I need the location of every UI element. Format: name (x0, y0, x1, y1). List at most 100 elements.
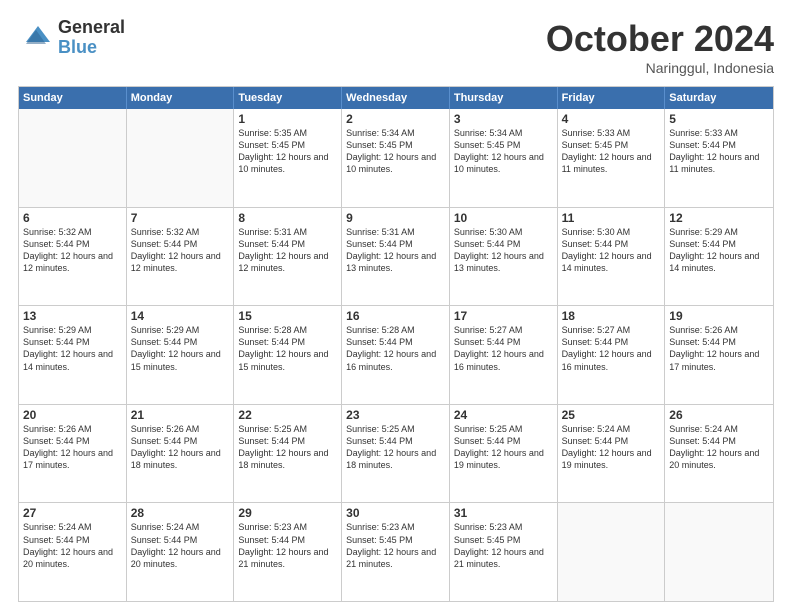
day-number: 10 (454, 211, 553, 225)
calendar-cell: 11Sunrise: 5:30 AMSunset: 5:44 PMDayligh… (558, 208, 666, 306)
calendar-row: 27Sunrise: 5:24 AMSunset: 5:44 PMDayligh… (19, 502, 773, 601)
day-number: 17 (454, 309, 553, 323)
calendar-row: 1Sunrise: 5:35 AMSunset: 5:45 PMDaylight… (19, 109, 773, 207)
day-number: 24 (454, 408, 553, 422)
day-number: 30 (346, 506, 445, 520)
cell-info: Sunrise: 5:23 AMSunset: 5:45 PMDaylight:… (346, 521, 445, 570)
calendar-cell: 14Sunrise: 5:29 AMSunset: 5:44 PMDayligh… (127, 306, 235, 404)
cell-info: Sunrise: 5:31 AMSunset: 5:44 PMDaylight:… (346, 226, 445, 275)
calendar-cell: 18Sunrise: 5:27 AMSunset: 5:44 PMDayligh… (558, 306, 666, 404)
weekday-header: Friday (558, 87, 666, 109)
day-number: 22 (238, 408, 337, 422)
cell-info: Sunrise: 5:35 AMSunset: 5:45 PMDaylight:… (238, 127, 337, 176)
day-number: 8 (238, 211, 337, 225)
calendar-cell: 9Sunrise: 5:31 AMSunset: 5:44 PMDaylight… (342, 208, 450, 306)
title-block: October 2024 Naringgul, Indonesia (546, 18, 774, 76)
weekday-header: Wednesday (342, 87, 450, 109)
calendar-row: 6Sunrise: 5:32 AMSunset: 5:44 PMDaylight… (19, 207, 773, 306)
calendar-cell: 5Sunrise: 5:33 AMSunset: 5:44 PMDaylight… (665, 109, 773, 207)
day-number: 26 (669, 408, 769, 422)
cell-info: Sunrise: 5:33 AMSunset: 5:44 PMDaylight:… (669, 127, 769, 176)
day-number: 11 (562, 211, 661, 225)
calendar-cell: 10Sunrise: 5:30 AMSunset: 5:44 PMDayligh… (450, 208, 558, 306)
day-number: 4 (562, 112, 661, 126)
calendar-cell: 16Sunrise: 5:28 AMSunset: 5:44 PMDayligh… (342, 306, 450, 404)
cell-info: Sunrise: 5:24 AMSunset: 5:44 PMDaylight:… (23, 521, 122, 570)
cell-info: Sunrise: 5:32 AMSunset: 5:44 PMDaylight:… (23, 226, 122, 275)
calendar-cell: 31Sunrise: 5:23 AMSunset: 5:45 PMDayligh… (450, 503, 558, 601)
day-number: 5 (669, 112, 769, 126)
calendar-cell: 25Sunrise: 5:24 AMSunset: 5:44 PMDayligh… (558, 405, 666, 503)
cell-info: Sunrise: 5:31 AMSunset: 5:44 PMDaylight:… (238, 226, 337, 275)
page: General Blue October 2024 Naringgul, Ind… (0, 0, 792, 612)
calendar-cell: 24Sunrise: 5:25 AMSunset: 5:44 PMDayligh… (450, 405, 558, 503)
cell-info: Sunrise: 5:29 AMSunset: 5:44 PMDaylight:… (669, 226, 769, 275)
day-number: 25 (562, 408, 661, 422)
cell-info: Sunrise: 5:24 AMSunset: 5:44 PMDaylight:… (131, 521, 230, 570)
day-number: 23 (346, 408, 445, 422)
day-number: 7 (131, 211, 230, 225)
calendar-cell: 19Sunrise: 5:26 AMSunset: 5:44 PMDayligh… (665, 306, 773, 404)
logo-blue: Blue (58, 38, 125, 58)
calendar-cell: 22Sunrise: 5:25 AMSunset: 5:44 PMDayligh… (234, 405, 342, 503)
calendar-cell: 15Sunrise: 5:28 AMSunset: 5:44 PMDayligh… (234, 306, 342, 404)
cell-info: Sunrise: 5:30 AMSunset: 5:44 PMDaylight:… (454, 226, 553, 275)
calendar-cell (558, 503, 666, 601)
day-number: 31 (454, 506, 553, 520)
cell-info: Sunrise: 5:26 AMSunset: 5:44 PMDaylight:… (131, 423, 230, 472)
calendar-header: SundayMondayTuesdayWednesdayThursdayFrid… (19, 87, 773, 109)
calendar-cell: 30Sunrise: 5:23 AMSunset: 5:45 PMDayligh… (342, 503, 450, 601)
weekday-header: Saturday (665, 87, 773, 109)
day-number: 21 (131, 408, 230, 422)
calendar-cell: 13Sunrise: 5:29 AMSunset: 5:44 PMDayligh… (19, 306, 127, 404)
cell-info: Sunrise: 5:26 AMSunset: 5:44 PMDaylight:… (23, 423, 122, 472)
weekday-header: Sunday (19, 87, 127, 109)
day-number: 6 (23, 211, 122, 225)
day-number: 16 (346, 309, 445, 323)
calendar-cell: 12Sunrise: 5:29 AMSunset: 5:44 PMDayligh… (665, 208, 773, 306)
calendar-cell: 8Sunrise: 5:31 AMSunset: 5:44 PMDaylight… (234, 208, 342, 306)
weekday-header: Monday (127, 87, 235, 109)
calendar-cell: 20Sunrise: 5:26 AMSunset: 5:44 PMDayligh… (19, 405, 127, 503)
cell-info: Sunrise: 5:24 AMSunset: 5:44 PMDaylight:… (562, 423, 661, 472)
calendar-cell: 17Sunrise: 5:27 AMSunset: 5:44 PMDayligh… (450, 306, 558, 404)
cell-info: Sunrise: 5:23 AMSunset: 5:45 PMDaylight:… (454, 521, 553, 570)
weekday-header: Thursday (450, 87, 558, 109)
calendar-cell: 29Sunrise: 5:23 AMSunset: 5:44 PMDayligh… (234, 503, 342, 601)
day-number: 9 (346, 211, 445, 225)
cell-info: Sunrise: 5:32 AMSunset: 5:44 PMDaylight:… (131, 226, 230, 275)
cell-info: Sunrise: 5:23 AMSunset: 5:44 PMDaylight:… (238, 521, 337, 570)
day-number: 2 (346, 112, 445, 126)
calendar-cell: 1Sunrise: 5:35 AMSunset: 5:45 PMDaylight… (234, 109, 342, 207)
cell-info: Sunrise: 5:28 AMSunset: 5:44 PMDaylight:… (238, 324, 337, 373)
day-number: 1 (238, 112, 337, 126)
calendar-cell: 6Sunrise: 5:32 AMSunset: 5:44 PMDaylight… (19, 208, 127, 306)
cell-info: Sunrise: 5:29 AMSunset: 5:44 PMDaylight:… (23, 324, 122, 373)
cell-info: Sunrise: 5:25 AMSunset: 5:44 PMDaylight:… (454, 423, 553, 472)
logo-icon (18, 20, 54, 56)
weekday-header: Tuesday (234, 87, 342, 109)
cell-info: Sunrise: 5:34 AMSunset: 5:45 PMDaylight:… (454, 127, 553, 176)
calendar-cell: 21Sunrise: 5:26 AMSunset: 5:44 PMDayligh… (127, 405, 235, 503)
header: General Blue October 2024 Naringgul, Ind… (18, 18, 774, 76)
cell-info: Sunrise: 5:29 AMSunset: 5:44 PMDaylight:… (131, 324, 230, 373)
day-number: 14 (131, 309, 230, 323)
day-number: 12 (669, 211, 769, 225)
logo: General Blue (18, 18, 125, 58)
calendar-cell (127, 109, 235, 207)
calendar-cell: 7Sunrise: 5:32 AMSunset: 5:44 PMDaylight… (127, 208, 235, 306)
day-number: 20 (23, 408, 122, 422)
calendar-cell: 28Sunrise: 5:24 AMSunset: 5:44 PMDayligh… (127, 503, 235, 601)
calendar-cell: 2Sunrise: 5:34 AMSunset: 5:45 PMDaylight… (342, 109, 450, 207)
cell-info: Sunrise: 5:26 AMSunset: 5:44 PMDaylight:… (669, 324, 769, 373)
logo-text: General Blue (58, 18, 125, 58)
cell-info: Sunrise: 5:27 AMSunset: 5:44 PMDaylight:… (454, 324, 553, 373)
day-number: 29 (238, 506, 337, 520)
calendar-row: 20Sunrise: 5:26 AMSunset: 5:44 PMDayligh… (19, 404, 773, 503)
cell-info: Sunrise: 5:25 AMSunset: 5:44 PMDaylight:… (346, 423, 445, 472)
day-number: 3 (454, 112, 553, 126)
calendar-cell: 23Sunrise: 5:25 AMSunset: 5:44 PMDayligh… (342, 405, 450, 503)
month-title: October 2024 (546, 18, 774, 60)
calendar-cell (665, 503, 773, 601)
cell-info: Sunrise: 5:28 AMSunset: 5:44 PMDaylight:… (346, 324, 445, 373)
